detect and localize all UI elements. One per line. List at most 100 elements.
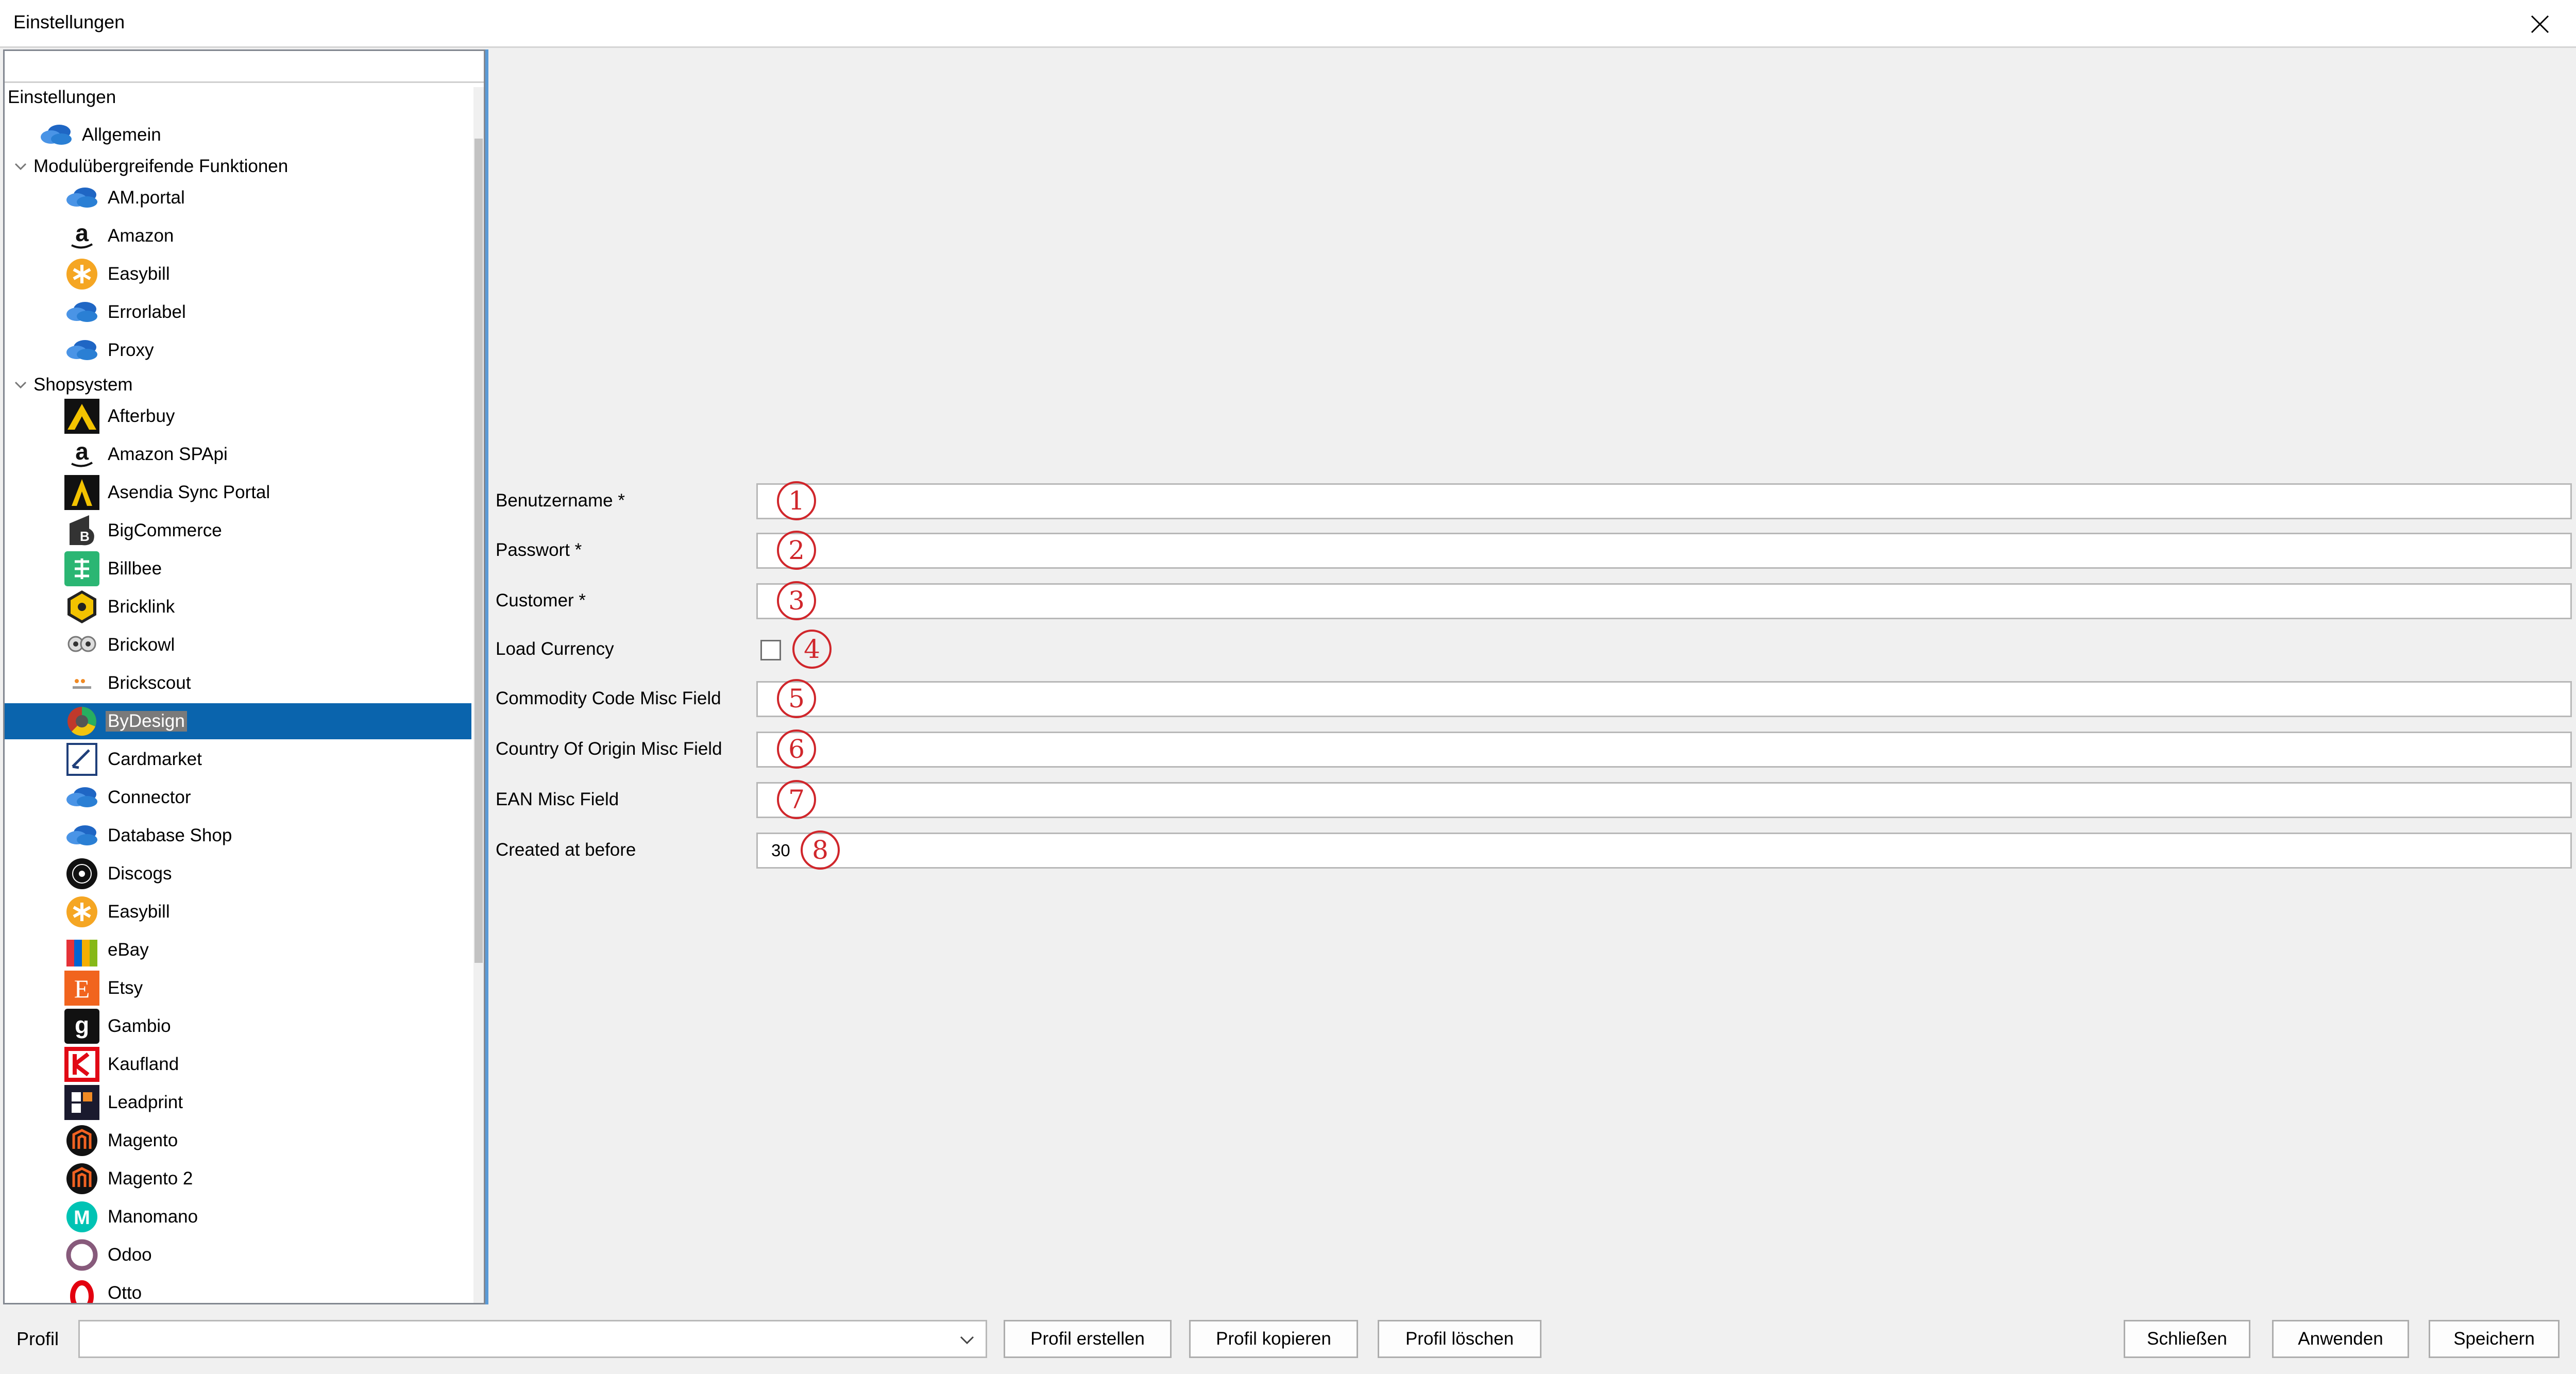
tree-item-label: Magento [108, 1130, 178, 1150]
load-currency-checkbox[interactable] [760, 640, 781, 660]
settings-form: Benutzername * 1 Passwort * 2 Customer * 3 Loa… [495, 0, 2576, 1303]
field-label: Commodity Code Misc Field [496, 688, 721, 708]
profile-label: Profil [16, 1328, 59, 1349]
tree-item-odoo[interactable]: Odoo [62, 1237, 152, 1273]
tree-item-manomano[interactable]: M Manomano [62, 1199, 198, 1235]
leadprint-icon [62, 1084, 101, 1121]
tree-item-label: Brickowl [108, 635, 175, 655]
discogs-icon [62, 856, 101, 892]
close-dialog-button[interactable]: Schließen [2124, 1320, 2250, 1358]
annotation-badge: 2 [777, 531, 816, 570]
annotation-badge: 6 [777, 730, 816, 769]
apply-button[interactable]: Anwenden [2272, 1320, 2409, 1358]
cloud-icon [37, 117, 76, 153]
annotation-badge: 8 [801, 830, 840, 870]
tree-item-asendia-sync-portal[interactable]: Asendia Sync Portal [62, 474, 270, 511]
tree-group-modul-bergreifende-funktionen[interactable]: Modulübergreifende Funktionen [8, 151, 288, 182]
annotation-badge: 1 [777, 481, 816, 520]
tree-item-label: Brickscout [108, 673, 191, 693]
svg-text:E: E [74, 974, 90, 1003]
otto-icon [62, 1275, 101, 1303]
tree-item-billbee[interactable]: Billbee [62, 551, 162, 587]
tree-item-label: Cardmarket [108, 749, 202, 769]
field-row-commodity-code-misc-field: Commodity Code Misc Field 5 [495, 679, 2572, 718]
field-row-ean-misc-field: EAN Misc Field 7 [495, 780, 2572, 819]
field-label: Load Currency [496, 639, 614, 659]
annotation-badge: 5 [777, 679, 816, 718]
tree-item-magento-2[interactable]: Magento 2 [62, 1161, 193, 1197]
tree-item-easybill[interactable]: Easybill [62, 894, 170, 930]
chevron-down-icon [14, 381, 27, 389]
field-label: EAN Misc Field [496, 789, 619, 809]
field-row-customer: Customer * 3 [495, 581, 2572, 620]
tree-item-label: Database Shop [108, 825, 232, 845]
tree-item-magento[interactable]: Magento [62, 1123, 178, 1159]
tree-item-bydesign[interactable]: ByDesign [5, 703, 471, 739]
magento-icon [62, 1161, 101, 1197]
tree-item-am-portal[interactable]: AM.portal [62, 180, 185, 216]
tree-item-easybill[interactable]: Easybill [62, 256, 170, 292]
tree-item-label: ByDesign [106, 711, 187, 732]
panel-splitter[interactable] [485, 49, 488, 1304]
field-label: Benutzername * [496, 490, 625, 511]
commodity-code-misc-field-input[interactable] [756, 681, 2572, 717]
tree-item-label: Proxy [108, 340, 154, 360]
tree-item-label: Amazon SPApi [108, 444, 228, 464]
tree-item-discogs[interactable]: Discogs [62, 856, 172, 892]
tree-item-brickowl[interactable]: Brickowl [62, 627, 175, 663]
benutzername-input[interactable] [756, 483, 2572, 519]
tree-item-label: Easybill [108, 264, 170, 284]
ean-misc-field-input[interactable] [756, 782, 2572, 818]
tree-group-shopsystem[interactable]: Shopsystem [8, 369, 133, 400]
tree-item-bigcommerce[interactable]: B BigCommerce [62, 513, 222, 549]
create-profile-button[interactable]: Profil erstellen [1004, 1320, 1172, 1358]
country-of-origin-misc-field-input[interactable] [756, 732, 2572, 768]
tree-item-amazon-spapi[interactable]: a Amazon SPApi [62, 436, 228, 472]
profile-select[interactable] [78, 1320, 987, 1358]
tree-item-label: Asendia Sync Portal [108, 482, 270, 502]
tree-item-gambio[interactable]: g Gambio [62, 1008, 171, 1044]
tree-item-label: Leadprint [108, 1092, 183, 1112]
tree-item-afterbuy[interactable]: Afterbuy [62, 398, 175, 434]
tree-root-label: Einstellungen [8, 87, 116, 107]
tree-item-cardmarket[interactable]: Cardmarket [62, 741, 202, 777]
magento-icon [62, 1123, 101, 1159]
tree-item-ebay[interactable]: eBay [62, 932, 149, 968]
tree-item-kaufland[interactable]: Kaufland [62, 1046, 179, 1082]
tree-item-label: Errorlabel [108, 302, 186, 322]
field-row-country-of-origin-misc-field: Country Of Origin Misc Field 6 [495, 730, 2572, 769]
tree-item-bricklink[interactable]: Bricklink [62, 589, 175, 625]
tree-item-brickscout[interactable]: Brickscout [62, 665, 191, 701]
save-button[interactable]: Speichern [2429, 1320, 2560, 1358]
tree-item-label: AM.portal [108, 188, 185, 208]
tree-item-label: BigCommerce [108, 520, 222, 540]
cloud-icon [62, 180, 101, 216]
tree-item-allgemein[interactable]: Allgemein [37, 117, 161, 153]
tree-item-errorlabel[interactable]: Errorlabel [62, 294, 186, 330]
tree-scroll-thumb[interactable] [474, 139, 483, 963]
svg-text:g: g [75, 1012, 89, 1039]
tree-item-label: Allgemein [82, 125, 161, 145]
created-at-before-input[interactable] [756, 833, 2572, 869]
tree-item-amazon[interactable]: a Amazon [62, 218, 174, 254]
cloud-icon [62, 294, 101, 330]
customer-input[interactable] [756, 583, 2572, 619]
copy-profile-button[interactable]: Profil kopieren [1189, 1320, 1358, 1358]
tree-item-connector[interactable]: Connector [62, 779, 191, 816]
billbee-icon [62, 551, 101, 587]
tree-item-proxy[interactable]: Proxy [62, 332, 154, 368]
passwort-input[interactable] [756, 533, 2572, 569]
bigcommerce-icon: B [62, 513, 101, 549]
delete-profile-button[interactable]: Profil löschen [1378, 1320, 1541, 1358]
tree-item-label: Kaufland [108, 1054, 179, 1074]
tree-item-leadprint[interactable]: Leadprint [62, 1084, 183, 1121]
tree-scrollbar[interactable] [473, 87, 484, 1303]
tree-item-etsy[interactable]: E Etsy [62, 970, 143, 1006]
cloud-icon [62, 332, 101, 368]
tree-item-otto[interactable]: Otto [62, 1275, 142, 1303]
settings-tree[interactable]: Einstellungen Allgemein Modulübergreifend… [3, 49, 485, 1304]
chevron-down-icon [960, 1336, 974, 1345]
tree-item-label: Easybill [108, 902, 170, 922]
tree-item-label: Manomano [108, 1207, 198, 1227]
tree-item-database-shop[interactable]: Database Shop [62, 818, 232, 854]
